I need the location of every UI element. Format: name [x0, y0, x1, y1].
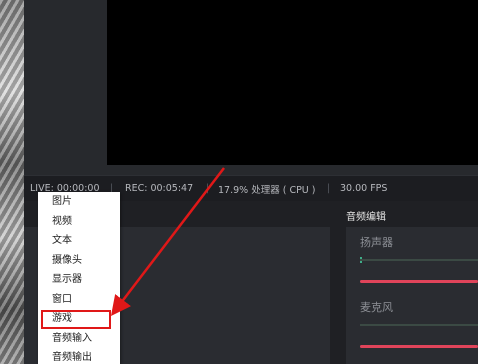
menu-item-window[interactable]: 窗口: [38, 290, 120, 310]
menu-item-audio-output[interactable]: 音频输出: [38, 348, 120, 364]
rec-time: REC: 00:05:47: [125, 183, 194, 194]
fps-readout: 30.00 FPS: [340, 183, 388, 194]
microphone-level-meter: [360, 324, 478, 326]
audio-mixer-panel: 扬声器 麦克风: [346, 227, 478, 364]
microphone-volume-slider[interactable]: [360, 345, 478, 348]
cpu-usage: 17.9% 处理器 ( CPU ): [218, 184, 316, 196]
speaker-level-meter: [360, 259, 478, 261]
menu-item-camera[interactable]: 摄像头: [38, 251, 120, 271]
menu-item-audio-input[interactable]: 音频输入: [38, 329, 120, 349]
menu-item-video[interactable]: 视频: [38, 212, 120, 232]
audio-mixer-title: 音频编辑: [346, 212, 386, 223]
menu-item-image[interactable]: 图片: [38, 192, 120, 212]
menu-item-display[interactable]: 显示器: [38, 270, 120, 290]
speaker-volume-slider[interactable]: [360, 280, 478, 283]
menu-item-game[interactable]: 游戏: [38, 309, 120, 329]
status-separator: |: [206, 183, 210, 194]
status-separator: |: [327, 183, 331, 194]
add-source-context-menu: 图片 视频 文本 摄像头 显示器 窗口 游戏 音频输入 音频输出: [38, 192, 120, 364]
speaker-label: 扬声器: [360, 236, 393, 249]
menu-item-text[interactable]: 文本: [38, 231, 120, 251]
microphone-label: 麦克风: [360, 301, 393, 314]
preview-canvas[interactable]: [107, 0, 478, 165]
desktop-background: [0, 0, 24, 364]
